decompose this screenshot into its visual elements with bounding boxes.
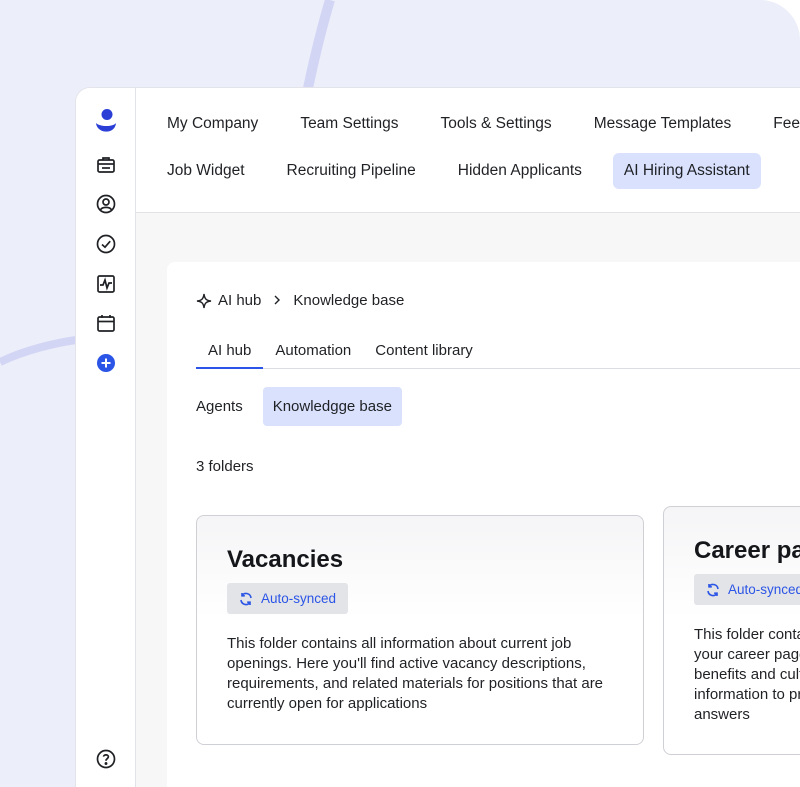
brand-logo-icon[interactable]: [95, 108, 117, 136]
folders-count: 3 folders: [196, 458, 254, 475]
nav-item-my-company[interactable]: My Company: [156, 106, 269, 142]
nav-item-hidden-applicants[interactable]: Hidden Applicants: [447, 153, 593, 189]
top-navigation-row-1: My Company Team Settings Tools & Setting…: [156, 106, 800, 142]
nav-item-tools-settings[interactable]: Tools & Settings: [430, 106, 563, 142]
badge-label: Auto-synced: [261, 591, 337, 606]
sidebar: [76, 88, 136, 787]
folder-card-title: Vacancies: [227, 546, 344, 573]
breadcrumb: AI hub Knowledge base: [196, 292, 404, 309]
tab-content-library[interactable]: Content library: [363, 336, 485, 368]
sync-icon: [240, 592, 252, 605]
breadcrumb-current: Knowledge base: [293, 292, 405, 309]
auto-synced-badge: Auto-synced: [227, 583, 349, 614]
folder-card-title: Career page: [694, 537, 800, 564]
sparkle-icon: [196, 293, 212, 309]
content-panel: AI hub Knowledge base AI hub Automation …: [167, 262, 800, 787]
tab-ai-hub[interactable]: AI hub: [196, 336, 264, 369]
top-navigation: My Company Team Settings Tools & Setting…: [136, 88, 800, 213]
help-icon[interactable]: [95, 748, 117, 770]
subtab-knowledge-base[interactable]: Knowledgge base: [262, 387, 402, 426]
nav-item-recruiting-pipeline[interactable]: Recruiting Pipeline: [276, 153, 427, 189]
briefcase-icon[interactable]: [95, 154, 117, 176]
app-window: My Company Team Settings Tools & Setting…: [76, 88, 800, 787]
tab-automation[interactable]: Automation: [263, 336, 363, 368]
breadcrumb-root[interactable]: AI hub: [218, 292, 261, 309]
top-navigation-row-2: Job Widget Recruiting Pipeline Hidden Ap…: [156, 153, 781, 189]
nav-item-job-widget[interactable]: Job Widget: [156, 153, 256, 189]
tab-bar: AI hub Automation Content library: [196, 336, 800, 369]
calendar-icon[interactable]: [95, 312, 117, 334]
main-area: My Company Team Settings Tools & Setting…: [136, 88, 800, 787]
folder-card[interactable]: Career page Auto-synced This folder cont…: [663, 506, 800, 755]
folder-card[interactable]: Vacancies Auto-synced This folder contai…: [196, 515, 644, 745]
folder-card-description: This folder contains information from yo…: [694, 626, 800, 723]
activity-chart-icon[interactable]: [95, 273, 117, 295]
nav-item-ai-hiring-assistant[interactable]: AI Hiring Assistant: [612, 153, 761, 189]
nav-item-team-settings[interactable]: Team Settings: [289, 106, 409, 142]
badge-label: Auto-synced: [728, 582, 800, 597]
add-circle-icon[interactable]: [95, 352, 117, 374]
nav-item-message-templates[interactable]: Message Templates: [583, 106, 743, 142]
folder-card-description: This folder contains all information abo…: [227, 635, 604, 712]
subtab-agents[interactable]: Agents: [196, 387, 253, 426]
sync-icon: [707, 583, 719, 596]
nav-item-feedback[interactable]: Feedback: [762, 106, 800, 142]
user-circle-icon[interactable]: [95, 193, 117, 215]
chevron-right-icon: [273, 292, 281, 309]
auto-synced-badge: Auto-synced: [694, 574, 800, 605]
check-circle-icon[interactable]: [95, 233, 117, 255]
subtab-bar: Agents Knowledgge base: [196, 387, 404, 426]
